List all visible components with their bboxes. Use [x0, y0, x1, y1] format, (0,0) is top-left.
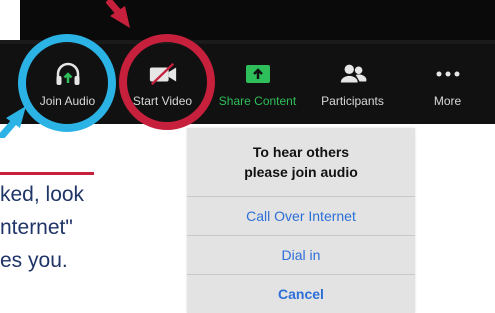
video-off-icon	[148, 60, 178, 88]
more-label: More	[433, 94, 462, 108]
dialog-message-line-2: please join audio	[244, 163, 358, 180]
tip-divider	[0, 172, 94, 175]
participants-icon	[338, 60, 368, 88]
start-video-label: Start Video	[132, 94, 193, 108]
join-audio-dialog: To hear others please join audio Call Ov…	[187, 128, 415, 313]
tip-line-1: ked, look	[0, 183, 85, 206]
more-button[interactable]: More	[400, 44, 495, 124]
dialog-message: To hear others please join audio	[187, 128, 415, 197]
meeting-toolbar: Join Audio Start Video Share Content Par…	[20, 44, 495, 124]
participants-button[interactable]: Participants	[305, 44, 400, 124]
call-over-internet-button[interactable]: Call Over Internet	[187, 197, 415, 236]
join-audio-button[interactable]: Join Audio	[20, 44, 115, 124]
participants-label: Participants	[321, 94, 384, 108]
headphones-icon	[53, 60, 83, 88]
join-audio-label: Join Audio	[39, 94, 96, 108]
tip-line-3: es you.	[0, 249, 68, 272]
more-icon	[433, 60, 463, 88]
share-content-button[interactable]: Share Content	[210, 44, 305, 124]
cancel-button[interactable]: Cancel	[187, 275, 415, 313]
dialog-message-line-1: To hear others	[252, 143, 350, 160]
share-content-label: Share Content	[218, 94, 297, 108]
top-banner	[20, 0, 495, 44]
red-arrow-icon	[106, 0, 130, 28]
tip-text: ked, look nternet" es you.	[0, 178, 170, 277]
blue-arrow-icon	[0, 106, 26, 138]
tip-line-2: nternet"	[0, 216, 73, 239]
start-video-button[interactable]: Start Video	[115, 44, 210, 124]
dial-in-button[interactable]: Dial in	[187, 236, 415, 275]
share-screen-icon	[243, 60, 273, 88]
